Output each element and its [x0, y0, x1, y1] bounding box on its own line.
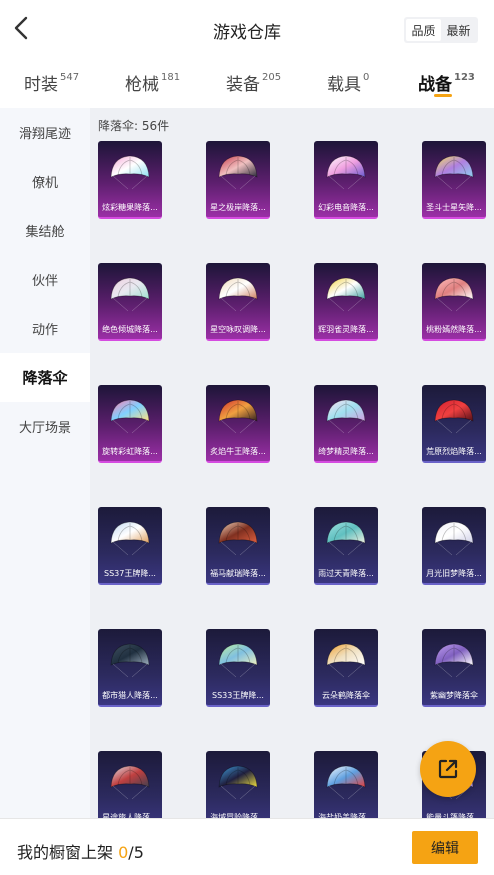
tab-fashion[interactable]: 时装 547	[24, 70, 79, 95]
sidebar-item-parachute[interactable]: 降落伞	[0, 353, 90, 402]
parachute-image	[434, 155, 474, 190]
parachute-image	[218, 521, 258, 556]
parachute-card[interactable]: 圣斗士星矢降...	[422, 141, 486, 219]
sidebar-item-wingman[interactable]: 僚机	[0, 157, 90, 206]
active-tab-indicator	[434, 94, 452, 97]
parachute-image	[218, 765, 258, 800]
parachute-card[interactable]: 雨过天青降落...	[314, 507, 378, 585]
parachute-name: 炫彩糖果降落...	[102, 203, 158, 212]
parachute-card[interactable]: 星空咏叹调降...	[206, 263, 270, 341]
parachute-image	[110, 155, 150, 190]
share-external-icon	[438, 759, 458, 779]
parachute-name: 辉羽雀灵降落...	[318, 325, 374, 334]
footer-bar: 我的橱窗上架 0/5 编辑	[0, 818, 494, 875]
parachute-card[interactable]: 桃粉嫣然降落...	[422, 263, 486, 341]
parachute-image	[110, 399, 150, 434]
parachute-card[interactable]: 云朵鹤降落伞	[314, 629, 378, 707]
parachute-image	[218, 399, 258, 434]
showcase-status: 我的橱窗上架 0/5	[17, 843, 144, 862]
parachute-card[interactable]: 星途旅人降落...	[98, 751, 162, 818]
parachute-image	[326, 155, 366, 190]
parachute-name: 都市猎人降落...	[102, 691, 158, 700]
tab-vehicles[interactable]: 载具 0	[327, 70, 369, 95]
parachute-image	[110, 521, 150, 556]
sidebar-item-lobby-scene[interactable]: 大厅场景	[0, 402, 90, 451]
parachute-card[interactable]: 海域冒险降落...	[206, 751, 270, 818]
parachute-card[interactable]: 绮梦精灵降落...	[314, 385, 378, 463]
parachute-card[interactable]: 都市猎人降落...	[98, 629, 162, 707]
tab-equipment[interactable]: 装备 205	[226, 70, 281, 95]
header: 游戏仓库 品质 最新	[0, 0, 494, 58]
sort-newest-button[interactable]: 最新	[441, 19, 476, 41]
parachute-image	[326, 399, 366, 434]
parachute-image	[326, 643, 366, 678]
parachute-name: 幻彩电音降落...	[318, 203, 374, 212]
parachute-card[interactable]: 月光旧梦降落...	[422, 507, 486, 585]
parachute-name: 绝色倾城降落...	[102, 325, 158, 334]
parachute-name: 星之极岸降落...	[210, 203, 266, 212]
parachute-card[interactable]: 炫彩糖果降落...	[98, 141, 162, 219]
parachute-name: 紫幽梦降落伞	[430, 691, 478, 700]
parachute-image	[218, 643, 258, 678]
item-grid: 降落伞: 56件 炫彩糖果降落... 星之极岸降落... 幻彩电音降落... 圣斗士星…	[90, 108, 494, 818]
parachute-card[interactable]: 炙焰牛王降落...	[206, 385, 270, 463]
parachute-image	[218, 155, 258, 190]
parachute-image	[218, 277, 258, 312]
parachute-name: 荒原烈焰降落...	[426, 447, 482, 456]
parachute-image	[326, 277, 366, 312]
parachute-card[interactable]: 荒原烈焰降落...	[422, 385, 486, 463]
sidebar-item-assembly-pod[interactable]: 集结舱	[0, 206, 90, 255]
parachute-image	[326, 765, 366, 800]
parachute-name: 福马献瑞降落...	[210, 569, 266, 578]
sort-quality-button[interactable]: 品质	[406, 19, 441, 41]
parachute-card[interactable]: 星之极岸降落...	[206, 141, 270, 219]
parachute-card[interactable]: SS37王牌降...	[98, 507, 162, 585]
tab-supplies[interactable]: 战备 123	[418, 70, 475, 95]
parachute-image	[326, 521, 366, 556]
parachute-name: 雨过天青降落...	[318, 569, 374, 578]
parachute-card[interactable]: 辉羽雀灵降落...	[314, 263, 378, 341]
parachute-name: 月光旧梦降落...	[426, 569, 482, 578]
tab-weapons[interactable]: 枪械 181	[125, 70, 180, 95]
parachute-name: 旋转彩虹降落...	[102, 447, 158, 456]
parachute-image	[434, 277, 474, 312]
edit-button[interactable]: 编辑	[412, 831, 478, 864]
sidebar: 滑翔尾迹 僚机 集结舱 伙伴 动作 降落伞 大厅场景	[0, 108, 90, 818]
parachute-card[interactable]: 旋转彩虹降落...	[98, 385, 162, 463]
sidebar-item-glide-trail[interactable]: 滑翔尾迹	[0, 108, 90, 157]
parachute-name: 炙焰牛王降落...	[210, 447, 266, 456]
parachute-card[interactable]: 绝色倾城降落...	[98, 263, 162, 341]
parachute-card[interactable]: 幻彩电音降落...	[314, 141, 378, 219]
share-button[interactable]	[420, 741, 476, 797]
parachute-name: SS33王牌降...	[212, 691, 264, 700]
parachute-image	[110, 765, 150, 800]
parachute-card[interactable]: 福马献瑞降落...	[206, 507, 270, 585]
parachute-name: 星空咏叹调降...	[210, 325, 266, 334]
item-count: 降落伞: 56件	[98, 119, 170, 133]
parachute-image	[434, 521, 474, 556]
parachute-name: 圣斗士星矢降...	[426, 203, 482, 212]
parachute-image	[434, 399, 474, 434]
parachute-card[interactable]: 紫幽梦降落伞	[422, 629, 486, 707]
parachute-name: SS37王牌降...	[104, 569, 156, 578]
parachute-name: 绮梦精灵降落...	[318, 447, 374, 456]
parachute-image	[434, 643, 474, 678]
parachute-name: 桃粉嫣然降落...	[426, 325, 482, 334]
parachute-card[interactable]: SS33王牌降...	[206, 629, 270, 707]
parachute-image	[110, 277, 150, 312]
parachute-card[interactable]: 海盐奶盖降落...	[314, 751, 378, 818]
sidebar-item-emote[interactable]: 动作	[0, 304, 90, 353]
parachute-image	[110, 643, 150, 678]
category-tabs: 时装 547 枪械 181 装备 205 载具 0 战备 123	[0, 62, 494, 106]
sort-toggle: 品质 最新	[404, 17, 478, 43]
sidebar-item-companion[interactable]: 伙伴	[0, 255, 90, 304]
parachute-name: 云朵鹤降落伞	[322, 691, 370, 700]
